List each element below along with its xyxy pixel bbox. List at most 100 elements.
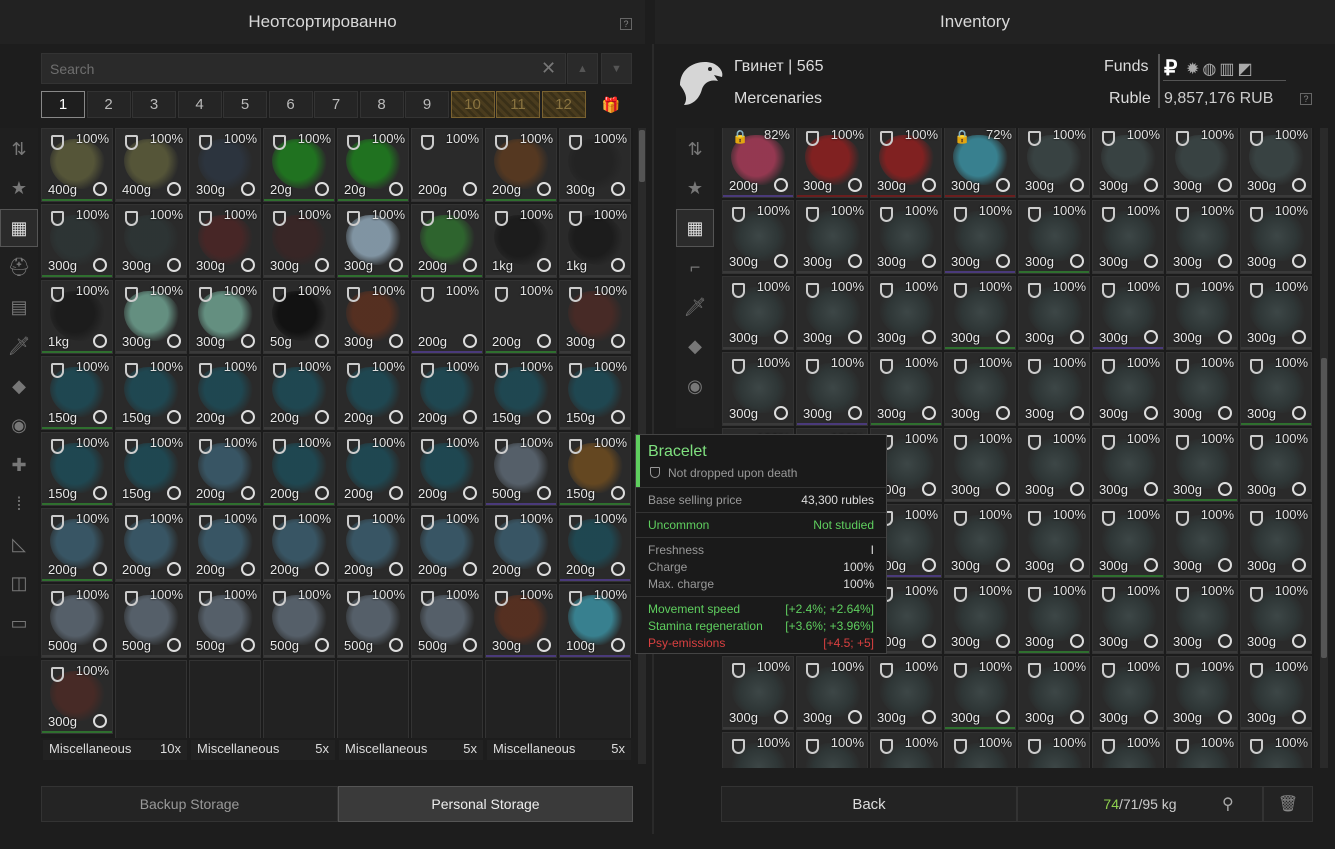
grid-all-icon[interactable]: ▦ [0, 209, 38, 247]
item-slot[interactable]: 100% 300g [1166, 276, 1238, 350]
item-slot[interactable]: 100% 500g [115, 584, 187, 658]
item-slot[interactable]: 100% 300g [944, 200, 1016, 274]
item-slot[interactable]: 100% 200g [559, 508, 631, 582]
item-slot[interactable]: 100% 300g [189, 128, 261, 202]
ammo-icon[interactable]: ⁞ [0, 486, 38, 524]
item-slot[interactable]: 100% 300g [796, 656, 868, 730]
item-slot[interactable]: 100% 300g [1092, 656, 1164, 730]
item-slot[interactable]: 100% 200g [411, 128, 483, 202]
item-slot[interactable]: 100% 300g [263, 204, 335, 278]
empty-slot[interactable] [115, 660, 187, 738]
page-tab[interactable]: 8 [359, 91, 404, 118]
item-slot[interactable]: 100% 200g [115, 508, 187, 582]
item-slot[interactable]: 100% 300g [870, 352, 942, 426]
search-input[interactable]: Search [41, 53, 566, 84]
voucher-icon[interactable]: ◩ [1238, 61, 1256, 78]
item-slot[interactable]: 100% 150g [41, 432, 113, 506]
favorites-star-icon[interactable]: ★ [0, 170, 38, 208]
item-slot[interactable]: 100% 300g [1240, 504, 1312, 578]
trash-icon[interactable]: 🗑 [1263, 786, 1313, 822]
item-slot[interactable]: 100% 300g [559, 280, 631, 354]
item-slot[interactable]: 100% 300g [1166, 352, 1238, 426]
item-slot[interactable]: 100% 300g [944, 504, 1016, 578]
item-slot[interactable]: 100% 300g [1018, 580, 1090, 654]
item-slot[interactable]: 100% 300g [41, 204, 113, 278]
container-icon[interactable]: ◫ [0, 565, 38, 603]
empty-slot[interactable] [411, 660, 483, 738]
item-slot[interactable]: 100% 300g [1240, 352, 1312, 426]
item-slot[interactable]: 100% 300g [1018, 504, 1090, 578]
empty-slot[interactable] [559, 660, 631, 738]
item-slot[interactable]: 100% 200g [263, 508, 335, 582]
page-tab[interactable]: 12 [541, 91, 586, 118]
item-slot[interactable]: 100% 500g [189, 584, 261, 658]
item-slot[interactable]: 100% 1kg [41, 280, 113, 354]
item-slot[interactable]: 100% [1092, 732, 1164, 768]
item-slot[interactable]: 100% 300g [1166, 428, 1238, 502]
item-slot[interactable]: 100% 300g [796, 276, 868, 350]
grenade-icon[interactable]: ◆ [0, 367, 38, 405]
item-slot[interactable]: 100% 300g [722, 276, 794, 350]
item-slot[interactable]: 100% 200g [411, 508, 483, 582]
item-slot[interactable]: 100% 500g [263, 584, 335, 658]
item-slot[interactable]: 100% 50g [263, 280, 335, 354]
item-slot[interactable]: 100% 300g [1240, 276, 1312, 350]
artifact-icon[interactable]: ◉ [0, 407, 38, 445]
item-slot[interactable]: 100% 300g [337, 204, 409, 278]
page-tab[interactable]: 7 [314, 91, 358, 118]
grenade-icon[interactable]: ◆ [676, 328, 714, 366]
item-slot[interactable]: 100% 300g [1166, 504, 1238, 578]
item-slot[interactable]: 100% 150g [485, 356, 557, 430]
item-slot[interactable]: 100% 200g [411, 356, 483, 430]
item-slot[interactable]: 100% 300g [1166, 580, 1238, 654]
item-slot[interactable]: 100% 200g [485, 508, 557, 582]
backup-storage-tab[interactable]: Backup Storage [41, 786, 338, 822]
item-slot[interactable]: 100% 500g [337, 584, 409, 658]
page-tab[interactable]: 3 [132, 91, 176, 118]
grid-all-icon[interactable]: ▦ [676, 209, 714, 247]
item-slot[interactable]: 100% 150g [115, 356, 187, 430]
gift-icon[interactable]: 🎁 [596, 91, 626, 118]
empty-slot[interactable] [263, 660, 335, 738]
item-slot[interactable]: 100% 300g [41, 660, 113, 734]
ruble-icon[interactable]: ₽ [1164, 56, 1177, 81]
item-slot[interactable]: 100% 300g [1240, 428, 1312, 502]
item-slot[interactable]: 100% 300g [115, 280, 187, 354]
item-slot[interactable]: 100% 200g [263, 432, 335, 506]
item-slot[interactable]: 100% 300g [1018, 656, 1090, 730]
item-slot[interactable]: 100% 200g [337, 508, 409, 582]
item-slot[interactable]: 100% 300g [337, 280, 409, 354]
item-slot[interactable]: 100% 200g [189, 432, 261, 506]
item-slot[interactable]: 100% 20g [337, 128, 409, 202]
knife-icon[interactable]: 🗡 [0, 328, 38, 366]
page-tab[interactable]: 4 [177, 91, 222, 118]
item-slot[interactable]: 100% 300g [1018, 352, 1090, 426]
item-slot[interactable]: 100% 300g [1166, 128, 1238, 198]
item-slot[interactable]: 100% 400g [115, 128, 187, 202]
compass-coin-icon[interactable]: ◍ [1202, 61, 1219, 78]
item-slot[interactable]: 100% 300g [559, 128, 631, 202]
item-slot[interactable]: 100% [1240, 732, 1312, 768]
personal-storage-tab[interactable]: Personal Storage [338, 786, 633, 822]
item-slot[interactable]: 100% 1kg [485, 204, 557, 278]
item-slot[interactable]: 🔒 72% 300g [944, 128, 1016, 198]
item-slot[interactable]: 100% 300g [796, 200, 868, 274]
sort-down-button[interactable]: ▼ [601, 53, 632, 84]
back-button[interactable]: Back [721, 786, 1017, 822]
item-slot[interactable]: 100% 300g [796, 352, 868, 426]
item-slot[interactable]: 100% 300g [944, 656, 1016, 730]
item-slot[interactable]: 100% 100g [559, 584, 631, 658]
item-slot[interactable]: 100% 300g [870, 656, 942, 730]
item-slot[interactable]: 100% 300g [1240, 200, 1312, 274]
item-slot[interactable]: 100% 150g [41, 356, 113, 430]
item-slot[interactable]: 100% 300g [1018, 200, 1090, 274]
storage-box-icon[interactable]: ▭ [0, 604, 38, 642]
misc-item[interactable]: Miscellaneous 10x [43, 740, 187, 760]
item-slot[interactable]: 100% 200g [189, 508, 261, 582]
inventory-scrollbar[interactable] [1320, 128, 1328, 768]
item-slot[interactable]: 100% [722, 732, 794, 768]
item-slot[interactable]: 100% [1018, 732, 1090, 768]
item-slot[interactable]: 100% 200g [411, 204, 483, 278]
misc-item[interactable]: Miscellaneous 5x [191, 740, 335, 760]
armor-icon[interactable]: ▤ [0, 288, 38, 326]
